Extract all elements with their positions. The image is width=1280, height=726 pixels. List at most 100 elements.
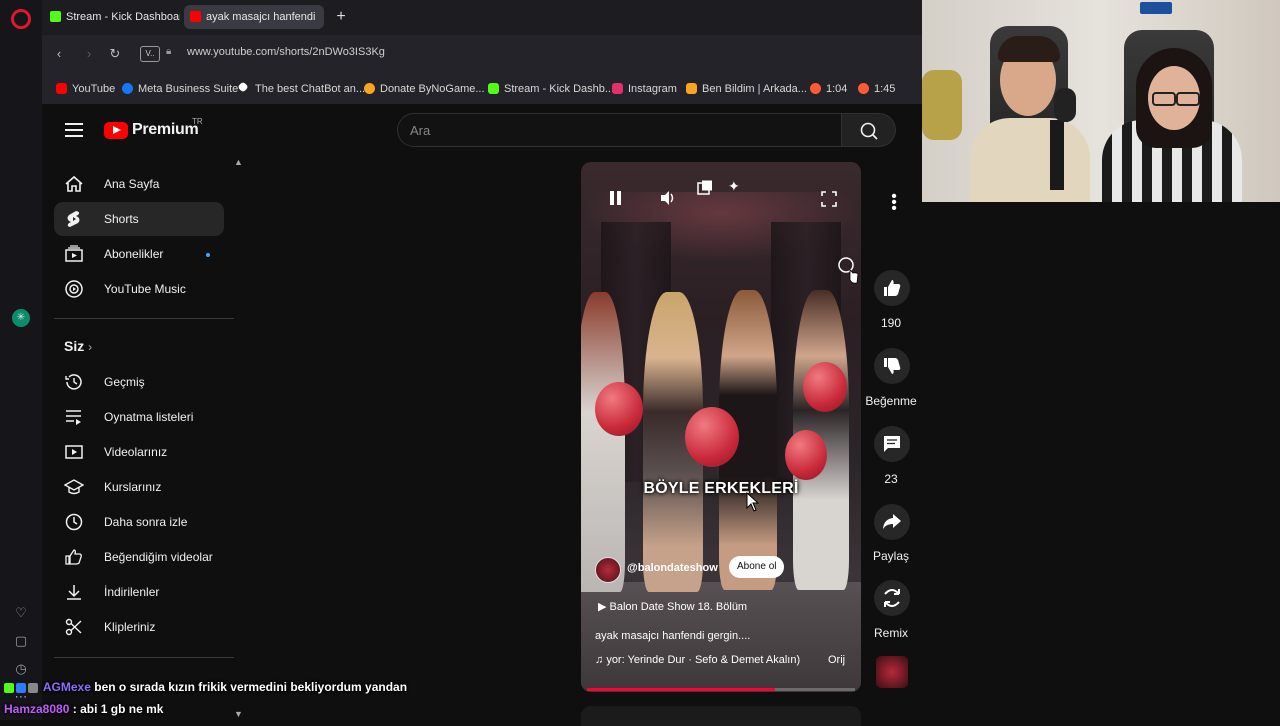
miniplayer-icon[interactable] [697, 180, 713, 196]
more-vert-icon: • • • [891, 188, 897, 217]
bookmark-meta[interactable]: Meta Business Suite [122, 81, 238, 97]
tab-youtube-short[interactable]: ayak masajcı hanfendi [184, 5, 324, 29]
shorts-player[interactable]: ✦ BÖYLE ERKEKLERİ @balondateshow Abone o… [581, 162, 861, 692]
new-tab-button[interactable]: + [332, 8, 350, 26]
watch-later-icon [65, 513, 83, 531]
fullscreen-icon[interactable] [821, 191, 837, 207]
kick-badge-icon [4, 682, 14, 693]
heart-icon[interactable]: ♡ [12, 604, 30, 622]
more-options-button[interactable]: • • • [868, 184, 916, 232]
music-track[interactable]: ♫ yor: Yerinde Dur · Sefo & Demet Akalın… [595, 654, 800, 666]
play-icon: ▶ [598, 601, 610, 613]
comment-icon [874, 426, 910, 462]
menu-icon[interactable] [65, 123, 83, 137]
search-button[interactable] [842, 113, 896, 147]
next-short-preview[interactable] [581, 706, 861, 726]
kick-icon [488, 83, 499, 94]
youtube-premium-logo[interactable]: Premium [132, 121, 199, 139]
sidebar-item-your-videos[interactable]: Videolarınız [54, 435, 224, 469]
sidebar-section-you[interactable]: Siz › [64, 338, 92, 354]
sidebar-label: İndirilenler [104, 585, 160, 599]
your-videos-icon [65, 445, 83, 459]
music-title: yor: Yerinde Dur · Sefo & Demet Akalın) [606, 654, 801, 666]
like-count: 190 [880, 316, 902, 330]
sidebar-item-home[interactable]: Ana Sayfa [54, 167, 224, 201]
youtube-icon [56, 83, 67, 94]
bookmark-timer-1[interactable]: 1:04 [810, 81, 847, 97]
sidebar-item-watch-later[interactable]: Daha sonra izle [54, 505, 224, 539]
bookmark-label: 1:04 [826, 83, 848, 95]
webcam-microphone [1054, 88, 1076, 122]
dislike-button[interactable] [868, 348, 916, 396]
back-icon[interactable]: ‹ [50, 45, 68, 63]
comment-count: 23 [884, 472, 898, 486]
tab-kick-dashboard[interactable]: Stream - Kick Dashboard [44, 5, 180, 29]
scene-balloon [685, 407, 739, 467]
remix-button[interactable] [868, 580, 916, 628]
volume-icon[interactable] [659, 189, 677, 207]
webcam-hair [998, 36, 1060, 62]
channel-avatar[interactable] [595, 557, 621, 583]
url-field[interactable]: www.youtube.com/shorts/2nDWo3IS3Kg [187, 46, 385, 58]
bookmark-kick[interactable]: Stream - Kick Dashb... [488, 81, 614, 97]
sidebar-item-history[interactable]: Geçmiş [54, 365, 224, 399]
bynogame-icon [364, 83, 375, 94]
short-description[interactable]: ayak masajcı hanfendi gergin.... [595, 630, 750, 642]
sidebar-item-liked-videos[interactable]: Beğendiğim videolar [54, 540, 224, 574]
sparkle-icon[interactable]: ✦ [728, 178, 740, 195]
chatgpt-icon[interactable]: ✳ [12, 309, 30, 327]
sidebar-item-courses[interactable]: Kurslarınız [54, 470, 224, 504]
webcam-person [970, 118, 1090, 202]
reload-icon[interactable]: ↻ [106, 45, 124, 63]
dislike-icon [874, 348, 910, 384]
right-panel [922, 202, 1280, 720]
bookmark-bynogame[interactable]: Donate ByNoGame... [364, 81, 485, 97]
verified-badge-icon [16, 682, 26, 693]
audio-thumbnail[interactable] [876, 656, 908, 688]
bookmark-timer-2[interactable]: 1:45 [858, 81, 895, 97]
sidebar-item-playlists[interactable]: Oynatma listeleri [54, 400, 224, 434]
chatbot-icon [237, 81, 249, 93]
sidebar-item-downloads[interactable]: İndirilenler [54, 575, 224, 609]
sub-badge-icon [28, 682, 38, 693]
youtube-logo-icon[interactable] [104, 122, 128, 139]
history-icon [65, 374, 82, 390]
comments-button[interactable] [868, 426, 916, 474]
playlist-link[interactable]: ▶ Balon Date Show 18. Bölüm [598, 600, 747, 613]
vpn-badge[interactable]: V.. [140, 46, 160, 62]
pause-icon[interactable] [610, 191, 622, 205]
sidebar-divider [54, 657, 234, 658]
opera-logo-icon[interactable] [11, 9, 31, 29]
sidebar-item-subscriptions[interactable]: Abonelikler [54, 237, 224, 271]
vpn-label: V [145, 49, 151, 58]
bookmark-label: The best ChatBot an... [255, 83, 366, 95]
hand-cursor-icon [838, 257, 859, 284]
dislike-label: Beğenme [865, 394, 917, 408]
bookmark-youtube[interactable]: YouTube [56, 81, 115, 97]
pinboard-icon[interactable]: ▢ [12, 632, 30, 650]
address-bar-row: ‹ › ↻ V.. 🔒︎ www.youtube.com/shorts/2nDW… [42, 35, 922, 73]
lock-icon[interactable]: 🔒︎ [166, 46, 171, 57]
like-button[interactable] [868, 270, 916, 318]
sidebar-label: Abonelikler [104, 247, 164, 261]
bookmark-instagram[interactable]: Instagram [612, 81, 677, 97]
mouse-cursor-icon [746, 492, 760, 512]
forward-icon[interactable]: › [80, 45, 98, 63]
sidebar-item-clips[interactable]: Klipleriniz [54, 610, 224, 644]
scroll-up-icon[interactable]: ▲ [234, 157, 243, 167]
search-input[interactable]: Ara [397, 113, 842, 147]
bookmark-benbildim[interactable]: Ben Bildim | Arkada... [686, 81, 807, 97]
channel-name[interactable]: @balondateshow [627, 562, 718, 574]
sidebar-item-shorts[interactable]: Shorts [54, 202, 224, 236]
subscribe-button[interactable]: Abone ol [729, 556, 785, 578]
downloads-icon [67, 585, 81, 600]
sidebar-item-youtube-music[interactable]: YouTube Music [54, 272, 224, 306]
bookmark-chatbot[interactable]: The best ChatBot an... [237, 81, 366, 97]
original-audio-label[interactable]: Orij [828, 654, 845, 666]
playlists-icon [66, 410, 81, 425]
webcam-glasses [1176, 92, 1200, 106]
youtube-sidebar: ▲ Ana Sayfa Shorts Abonelikler YouTube M… [42, 157, 243, 720]
progress-bar[interactable] [587, 688, 855, 691]
share-button[interactable] [868, 504, 916, 552]
kick-icon [50, 11, 61, 22]
